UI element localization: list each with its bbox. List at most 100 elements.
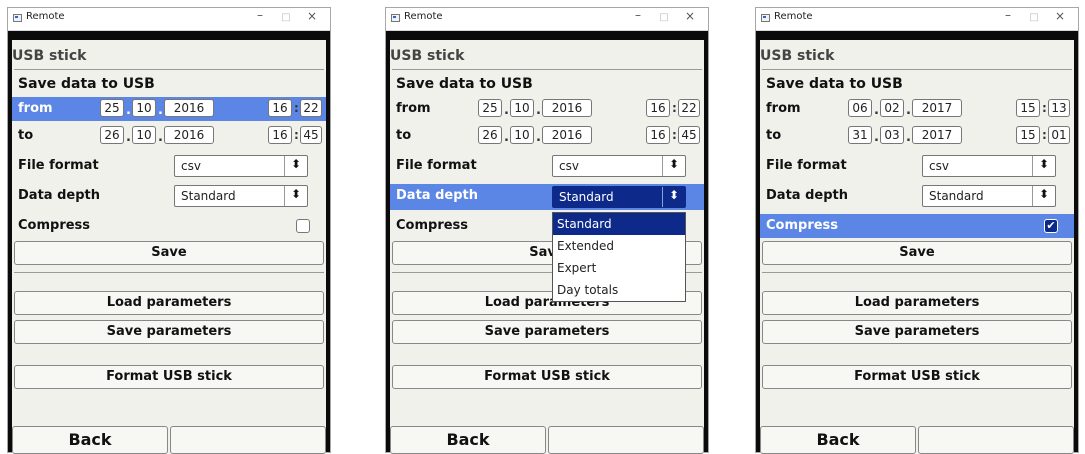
save-parameters-button[interactable]: Save parameters [762, 320, 1072, 344]
updown-arrow-icon: ⬍ [668, 188, 680, 202]
minimize-button[interactable]: – [996, 8, 1020, 22]
from-hour-field[interactable]: 15 [1016, 99, 1040, 117]
to-minute-field[interactable]: 45 [300, 126, 322, 144]
to-year-field[interactable]: 2016 [542, 126, 592, 144]
back-button[interactable]: Back [760, 426, 916, 454]
file-format-label: File format [396, 158, 477, 173]
file-format-select[interactable]: csv ⬍ [174, 155, 308, 177]
data-depth-label: Data depth [396, 188, 478, 203]
compress-label: Compress [18, 218, 91, 233]
compress-row[interactable]: Compress [12, 214, 326, 238]
to-day-field[interactable]: 26 [100, 126, 124, 144]
maximize-button[interactable]: □ [274, 12, 298, 23]
minimize-button[interactable]: – [248, 8, 272, 22]
to-year-field[interactable]: 2016 [164, 126, 214, 144]
to-hour-field[interactable]: 16 [268, 126, 292, 144]
compress-checkbox[interactable] [296, 219, 310, 233]
dropdown-option[interactable]: Day totals [553, 279, 685, 301]
to-month-field[interactable]: 10 [132, 126, 156, 144]
from-hour-field[interactable]: 16 [646, 99, 670, 117]
to-minute-field[interactable]: 45 [678, 126, 700, 144]
updown-arrow-icon: ⬍ [1038, 187, 1050, 201]
to-row[interactable]: to 26 . 10 . 2016 16 : 45 [12, 124, 326, 148]
dropdown-option[interactable]: Extended [553, 235, 685, 257]
from-day-field[interactable]: 06 [848, 99, 872, 117]
empty-softkey[interactable] [170, 426, 326, 454]
from-year-field[interactable]: 2017 [912, 99, 962, 117]
date-separator: . [536, 103, 541, 118]
from-label: from [18, 101, 53, 116]
from-hour-field[interactable]: 16 [268, 99, 292, 117]
from-year-field[interactable]: 2016 [542, 99, 592, 117]
to-year-field[interactable]: 2017 [912, 126, 962, 144]
to-month-field[interactable]: 10 [510, 126, 534, 144]
empty-softkey[interactable] [548, 426, 704, 454]
from-month-field[interactable]: 10 [510, 99, 534, 117]
format-usb-stick-button[interactable]: Format USB stick [14, 365, 324, 389]
page-title: USB stick [760, 48, 835, 64]
file-format-label: File format [766, 158, 847, 173]
to-row[interactable]: to 26 . 10 . 2016 16 : 45 [390, 124, 704, 148]
back-button[interactable]: Back [12, 426, 168, 454]
close-button[interactable]: × [1048, 9, 1072, 23]
data-depth-label: Data depth [766, 188, 848, 203]
from-month-field[interactable]: 02 [880, 99, 904, 117]
save-parameters-button[interactable]: Save parameters [392, 320, 702, 344]
date-separator: . [504, 103, 509, 118]
from-row[interactable]: from 25 . 10 . 2016 16 : 22 [12, 97, 326, 121]
file-format-select[interactable]: csv ⬍ [552, 155, 686, 177]
data-depth-row: Data depth Standard ⬍ [760, 184, 1074, 208]
compress-row[interactable]: Compress ✔ [760, 214, 1074, 238]
data-depth-select[interactable]: Standard ⬍ [552, 186, 686, 208]
load-parameters-button[interactable]: Load parameters [14, 291, 324, 315]
select-divider [662, 187, 663, 207]
select-divider [284, 156, 285, 176]
to-hour-field[interactable]: 15 [1016, 126, 1040, 144]
from-month-field[interactable]: 10 [132, 99, 156, 117]
empty-softkey[interactable] [918, 426, 1074, 454]
compress-checkbox-checked[interactable]: ✔ [1044, 219, 1058, 233]
from-minute-field[interactable]: 13 [1048, 99, 1070, 117]
date-separator: . [158, 103, 163, 118]
from-year-field[interactable]: 2016 [164, 99, 214, 117]
to-row[interactable]: to 31 . 03 . 2017 15 : 01 [760, 124, 1074, 148]
back-button[interactable]: Back [390, 426, 546, 454]
save-parameters-button[interactable]: Save parameters [14, 320, 324, 344]
to-day-field[interactable]: 31 [848, 126, 872, 144]
to-minute-field[interactable]: 01 [1048, 126, 1070, 144]
close-button[interactable]: × [678, 9, 702, 23]
save-button[interactable]: Save [14, 241, 324, 265]
data-depth-row: Data depth Standard ⬍ [390, 184, 704, 210]
format-usb-stick-button[interactable]: Format USB stick [392, 365, 702, 389]
maximize-button[interactable]: □ [652, 12, 676, 23]
file-format-select[interactable]: csv ⬍ [922, 155, 1056, 177]
from-minute-field[interactable]: 22 [678, 99, 700, 117]
dropdown-option[interactable]: Standard [553, 213, 685, 235]
from-day-field[interactable]: 25 [478, 99, 502, 117]
from-row[interactable]: from 06 . 02 . 2017 15 : 13 [760, 97, 1074, 121]
data-depth-value: Standard [559, 190, 614, 204]
from-row[interactable]: from 25 . 10 . 2016 16 : 22 [390, 97, 704, 121]
save-button[interactable]: Save [762, 241, 1072, 265]
format-usb-stick-button[interactable]: Format USB stick [762, 365, 1072, 389]
dropdown-option[interactable]: Expert [553, 257, 685, 279]
data-depth-select[interactable]: Standard ⬍ [174, 185, 308, 207]
usb-stick-panel: USB stick Save data to USB from 25 . 10 … [12, 40, 326, 454]
compress-label: Compress [396, 218, 469, 233]
to-month-field[interactable]: 03 [880, 126, 904, 144]
minimize-button[interactable]: – [626, 8, 650, 22]
date-separator: . [126, 103, 131, 118]
load-parameters-button[interactable]: Load parameters [762, 291, 1072, 315]
from-minute-field[interactable]: 22 [300, 99, 322, 117]
updown-arrow-icon: ⬍ [290, 187, 302, 201]
from-label: from [766, 101, 801, 116]
maximize-button[interactable]: □ [1022, 12, 1046, 23]
data-depth-select[interactable]: Standard ⬍ [922, 185, 1056, 207]
to-day-field[interactable]: 26 [478, 126, 502, 144]
close-button[interactable]: × [300, 9, 324, 23]
to-hour-field[interactable]: 16 [646, 126, 670, 144]
divider [762, 69, 1072, 70]
title-bar: Remote – □ × [8, 8, 330, 31]
time-separator: : [1042, 128, 1047, 142]
from-day-field[interactable]: 25 [100, 99, 124, 117]
